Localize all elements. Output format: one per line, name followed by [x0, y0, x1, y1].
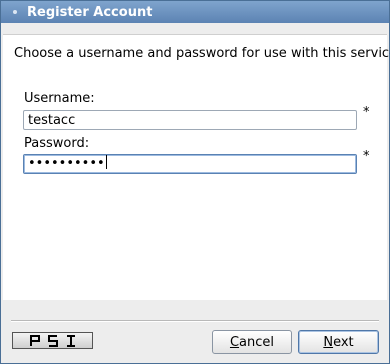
footer-separator	[11, 320, 379, 322]
form-panel: Choose a username and password for use w…	[3, 34, 390, 300]
username-required-mark: *	[363, 105, 370, 120]
intro-text: Choose a username and password for use w…	[14, 46, 390, 61]
psi-logo-icon	[30, 335, 75, 347]
window-menu-icon[interactable]	[13, 10, 17, 14]
window-title: Register Account	[27, 4, 153, 20]
register-account-dialog: Register Account Choose a username and p…	[0, 0, 390, 364]
psi-logo	[12, 332, 93, 349]
username-input[interactable]	[23, 110, 357, 130]
next-button[interactable]: Next	[298, 330, 379, 354]
password-masked-value: ••••••••••	[28, 156, 105, 171]
cancel-button[interactable]: Cancel	[212, 330, 292, 354]
password-label: Password:	[24, 136, 90, 151]
password-input[interactable]: ••••••••••	[23, 154, 357, 174]
text-caret	[105, 155, 107, 169]
password-required-mark: *	[363, 149, 370, 164]
title-bar[interactable]: Register Account	[1, 1, 389, 23]
username-label: Username:	[24, 91, 95, 106]
